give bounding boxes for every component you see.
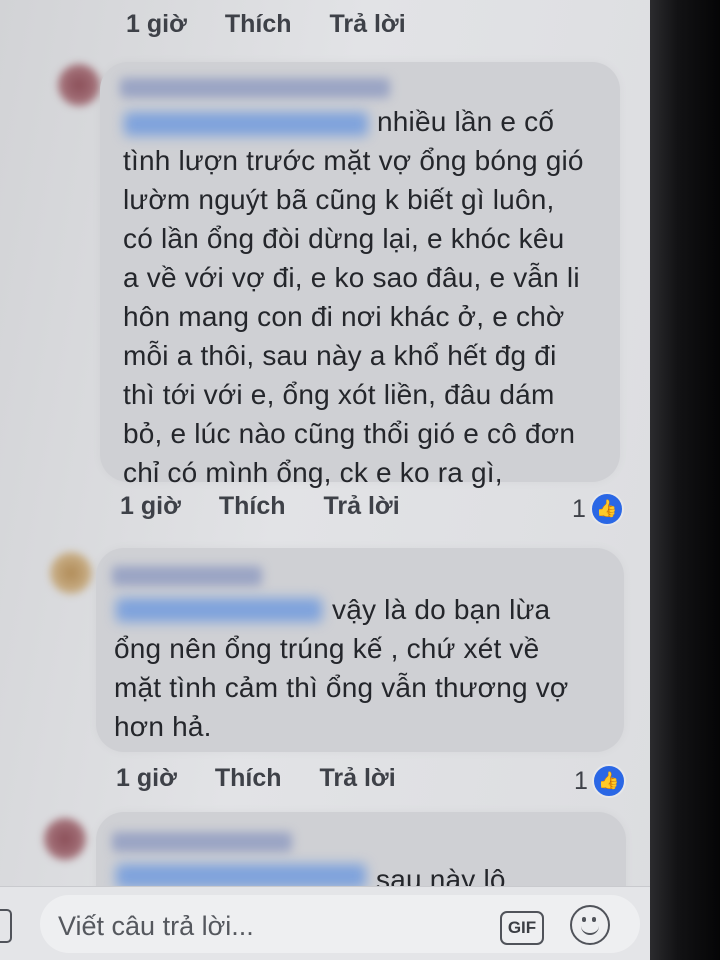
reply-link[interactable]: Trả lời: [330, 10, 406, 39]
comment-actions: 1 giờ Thích Trả lời: [120, 492, 438, 521]
phone-bezel: [650, 0, 720, 960]
comment-actions: 1 giờ Thích Trả lời: [126, 10, 444, 39]
gif-button[interactable]: GIF: [500, 911, 544, 945]
reply-link[interactable]: Trả lời: [320, 764, 396, 793]
smiley-eye: [592, 917, 596, 922]
reaction-number: 1: [572, 494, 586, 523]
reply-link[interactable]: Trả lời: [324, 492, 400, 521]
commenter-name-blurred[interactable]: [112, 832, 292, 852]
comment-time: 1 giờ: [116, 764, 177, 792]
avatar[interactable]: [44, 818, 86, 860]
commenter-name-blurred[interactable]: [120, 78, 390, 98]
avatar[interactable]: [58, 64, 100, 106]
comment-text: nhiều lần e cố tình lượn trước mặt vợ ổn…: [123, 106, 584, 488]
reply-bar: Viết câu trả lời... GIF: [0, 886, 650, 960]
comment-time: 1 giờ: [126, 10, 187, 38]
smiley-mouth: [581, 923, 599, 935]
comment-thread: 1 giờ Thích Trả lời nhiều lần e cố tình …: [0, 0, 650, 960]
comment-actions: 1 giờ Thích Trả lời: [116, 764, 434, 793]
smiley-eye: [582, 917, 586, 922]
camera-icon[interactable]: [0, 909, 12, 943]
thumbs-up-icon: 👍: [591, 764, 626, 798]
mentioned-user-blurred[interactable]: [116, 864, 366, 888]
reaction-count[interactable]: 1 👍: [572, 492, 624, 526]
thumbs-up-icon: 👍: [589, 492, 624, 526]
reply-placeholder[interactable]: Viết câu trả lời...: [58, 911, 254, 942]
like-link[interactable]: Thích: [219, 492, 286, 521]
commenter-name-blurred[interactable]: [112, 566, 262, 586]
reaction-number: 1: [574, 766, 588, 795]
comment-text: vậy là do bạn lừa ổng nên ổng trúng kế ,…: [114, 594, 569, 742]
like-link[interactable]: Thích: [225, 10, 292, 39]
reaction-count[interactable]: 1 👍: [574, 764, 626, 798]
like-link[interactable]: Thích: [215, 764, 282, 793]
avatar[interactable]: [50, 552, 92, 594]
smiley-icon[interactable]: [570, 905, 610, 945]
comment-time: 1 giờ: [120, 492, 181, 520]
